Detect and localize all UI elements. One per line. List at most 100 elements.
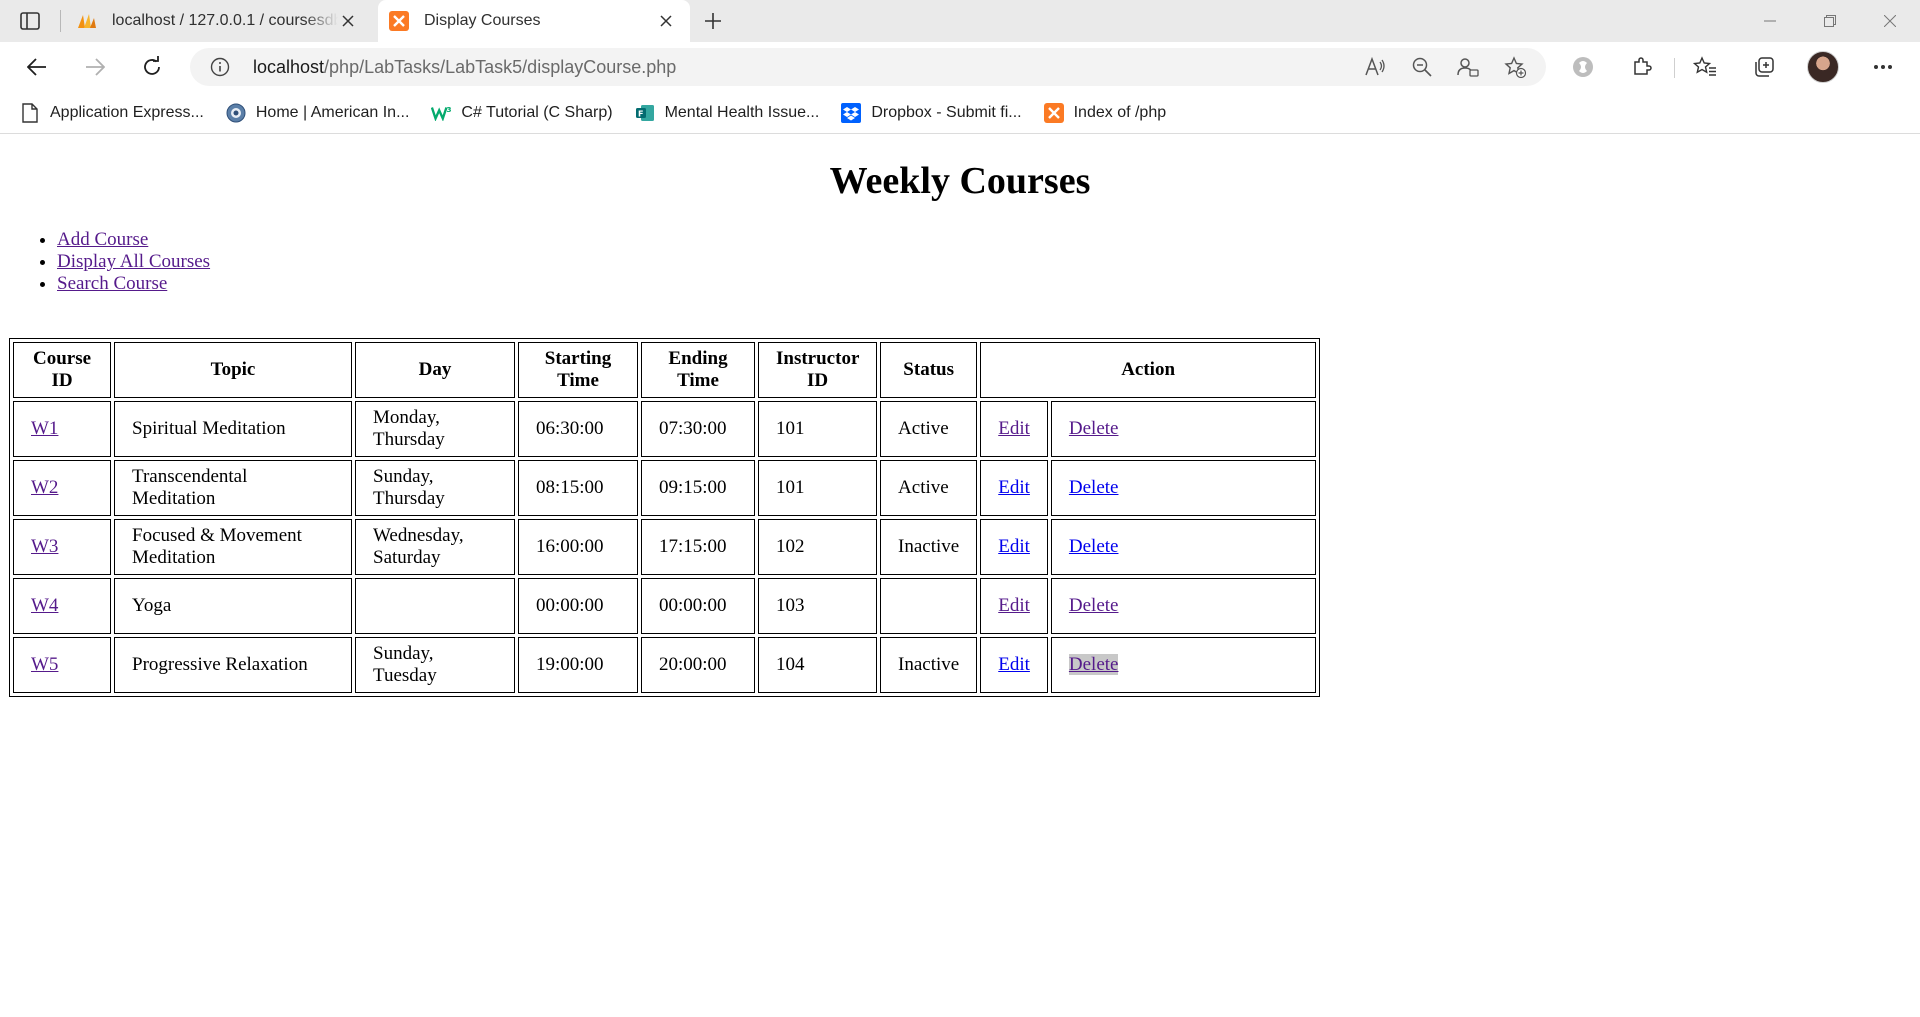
- delete-link[interactable]: Delete: [1069, 595, 1119, 616]
- course-id-link[interactable]: W2: [31, 477, 58, 498]
- table-row: W4 Yoga 00:00:00 00:00:00 103 Edit Delet…: [13, 578, 1316, 634]
- cell-instructor: 104: [758, 637, 878, 693]
- table-row: W1 Spiritual Meditation Monday, Thursday…: [13, 401, 1316, 457]
- bookmark-american-in[interactable]: Home | American In...: [226, 103, 409, 123]
- address-bar[interactable]: localhost/php/LabTasks/LabTask5/displayC…: [190, 48, 1546, 86]
- nav-item-add-course: Add Course: [57, 229, 210, 251]
- cell-end: 09:15:00: [641, 460, 755, 516]
- cell-start: 08:15:00: [518, 460, 638, 516]
- nav-item-search: Search Course: [57, 273, 210, 295]
- bookmark-index-of-php[interactable]: Index of /php: [1043, 102, 1166, 123]
- bookmark-csharp-tutorial[interactable]: 3 C# Tutorial (C Sharp): [431, 103, 613, 123]
- header-action: Action: [980, 342, 1316, 398]
- header-day: Day: [355, 342, 515, 398]
- close-icon[interactable]: [656, 11, 676, 31]
- cell-delete: Delete: [1050, 401, 1316, 457]
- delete-link[interactable]: Delete: [1069, 477, 1119, 498]
- profile-avatar[interactable]: [1807, 51, 1839, 83]
- navigation-toolbar: localhost/php/LabTasks/LabTask5/displayC…: [0, 42, 1920, 92]
- copilot-icon[interactable]: [1568, 52, 1598, 82]
- delete-link[interactable]: Delete: [1068, 654, 1119, 675]
- header-instructor-id: Instructor ID: [758, 342, 878, 398]
- toolbar-divider: [1674, 58, 1675, 78]
- bookmark-mental-health[interactable]: F Mental Health Issue...: [635, 103, 819, 123]
- collections-icon[interactable]: [1749, 52, 1779, 82]
- cell-day: [355, 578, 515, 634]
- cell-end: 17:15:00: [641, 519, 755, 575]
- read-aloud-icon[interactable]: [1363, 55, 1387, 79]
- edit-link[interactable]: Edit: [998, 418, 1030, 439]
- refresh-icon[interactable]: [137, 52, 167, 82]
- edit-link[interactable]: Edit: [998, 536, 1030, 557]
- minimize-icon[interactable]: [1740, 0, 1800, 42]
- more-options-icon[interactable]: [1868, 52, 1898, 82]
- cell-instructor: 101: [758, 460, 878, 516]
- phpmyadmin-icon: [76, 10, 98, 32]
- restore-icon[interactable]: [1800, 0, 1860, 42]
- delete-link[interactable]: Delete: [1069, 418, 1119, 439]
- page-title: Weekly Courses: [829, 160, 1091, 202]
- header-topic: Topic: [114, 342, 352, 398]
- bookmark-dropbox[interactable]: Dropbox - Submit fi...: [841, 102, 1022, 123]
- extensions-icon[interactable]: [1627, 52, 1657, 82]
- search-course-link[interactable]: Search Course: [57, 273, 167, 294]
- edit-link[interactable]: Edit: [998, 595, 1030, 616]
- cell-day: Sunday, Tuesday: [355, 637, 515, 693]
- back-icon[interactable]: [22, 52, 52, 82]
- new-tab-icon[interactable]: [700, 8, 726, 34]
- course-id-link[interactable]: W4: [31, 595, 58, 616]
- courses-table: Course ID Topic Day Starting Time Ending…: [9, 338, 1320, 697]
- cell-instructor: 101: [758, 401, 878, 457]
- tab-title: localhost / 127.0.0.1 / coursesdb: [112, 12, 338, 29]
- zoom-out-icon[interactable]: [1410, 55, 1434, 79]
- cell-course-id: W5: [13, 637, 111, 693]
- dropbox-icon: [841, 102, 862, 123]
- cell-status: [880, 578, 978, 634]
- cell-course-id: W2: [13, 460, 111, 516]
- table-row: W2 Transcendental Meditation Sunday, Thu…: [13, 460, 1316, 516]
- info-icon[interactable]: [210, 57, 230, 77]
- cell-edit: Edit: [980, 460, 1048, 516]
- delete-link[interactable]: Delete: [1069, 536, 1119, 557]
- tab-display-courses[interactable]: Display Courses: [378, 0, 690, 42]
- course-id-link[interactable]: W3: [31, 536, 58, 557]
- forward-icon[interactable]: [80, 52, 110, 82]
- header-course-id: Course ID: [13, 342, 111, 398]
- account-sync-icon[interactable]: [1456, 55, 1480, 79]
- globe-icon: [226, 103, 246, 123]
- header-ending-time: Ending Time: [641, 342, 755, 398]
- cell-instructor: 103: [758, 578, 878, 634]
- favorites-icon[interactable]: [1690, 52, 1720, 82]
- tab-actions-icon[interactable]: [18, 9, 42, 33]
- svg-text:3: 3: [447, 105, 452, 114]
- course-id-link[interactable]: W1: [31, 418, 58, 439]
- cell-delete: Delete: [1050, 460, 1316, 516]
- cell-topic: Yoga: [114, 578, 352, 634]
- cell-status: Inactive: [880, 519, 978, 575]
- course-id-link[interactable]: W5: [31, 654, 58, 675]
- svg-text:F: F: [638, 109, 643, 118]
- bookmarks-bar: Application Express... Home | American I…: [0, 92, 1920, 134]
- close-icon[interactable]: [338, 11, 358, 31]
- window-controls: [1740, 0, 1920, 42]
- cell-instructor: 102: [758, 519, 878, 575]
- tab-phpmyadmin[interactable]: localhost / 127.0.0.1 / coursesdb: [66, 0, 372, 42]
- cell-edit: Edit: [980, 401, 1048, 457]
- add-favorite-icon[interactable]: [1503, 55, 1527, 79]
- cell-topic: Progressive Relaxation: [114, 637, 352, 693]
- cell-status: Inactive: [880, 637, 978, 693]
- cell-course-id: W4: [13, 578, 111, 634]
- cell-topic: Transcendental Meditation: [114, 460, 352, 516]
- url-text[interactable]: localhost/php/LabTasks/LabTask5/displayC…: [253, 57, 676, 78]
- close-window-icon[interactable]: [1860, 0, 1920, 42]
- edit-link[interactable]: Edit: [998, 477, 1030, 498]
- tab-title: Display Courses: [424, 12, 541, 29]
- display-all-courses-link[interactable]: Display All Courses: [57, 251, 210, 272]
- cell-day: Monday, Thursday: [355, 401, 515, 457]
- cell-course-id: W1: [13, 401, 111, 457]
- header-status: Status: [880, 342, 978, 398]
- xampp-icon: [388, 10, 410, 32]
- bookmark-application-express[interactable]: Application Express...: [20, 102, 204, 123]
- add-course-link[interactable]: Add Course: [57, 229, 148, 250]
- edit-link[interactable]: Edit: [998, 654, 1030, 675]
